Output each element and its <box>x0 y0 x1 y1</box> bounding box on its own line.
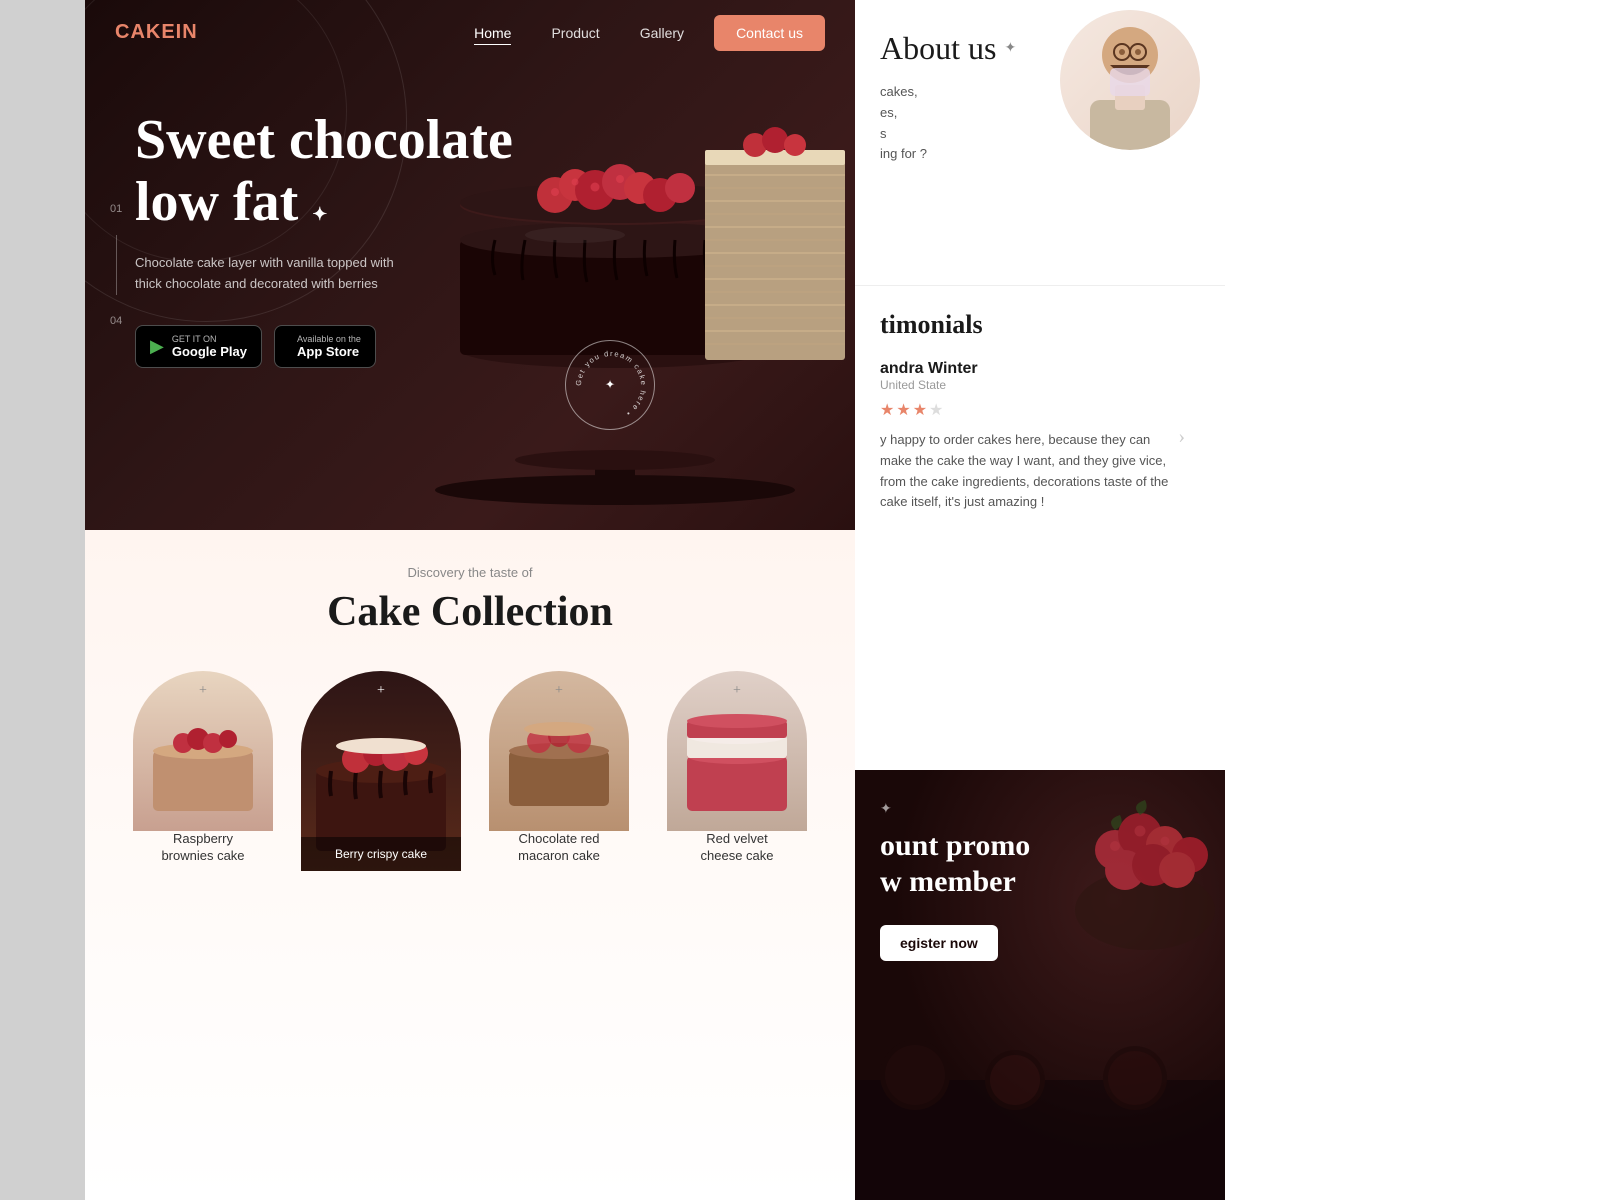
google-play-text: GET IT ON Google Play <box>172 334 247 359</box>
promo-title-line2: w member <box>880 865 1016 898</box>
cake-card-2-label: Berry crispy cake <box>301 837 461 871</box>
google-play-btn[interactable]: ▶ GET IT ON Google Play <box>135 325 262 368</box>
promo-content: ✦ ount promo w member egister now <box>880 800 1200 961</box>
cake-card-2-plus: + <box>377 683 385 699</box>
cake-card-4-name: Red velvetcheese cake <box>701 831 774 865</box>
promo-title-line1: ount promo <box>880 829 1030 862</box>
cake-card-1-image: + <box>133 671 273 831</box>
about-desc-4: ing for ? <box>880 146 927 161</box>
promo-title: ount promo w member <box>880 828 1200 900</box>
logo-text: CAKE <box>115 21 176 43</box>
about-title-text: About us <box>880 30 996 67</box>
logo-accent: IN <box>176 21 198 43</box>
google-play-icon: ▶ <box>150 336 164 357</box>
star-rating: ★ ★ ★ ★ <box>880 400 1170 420</box>
about-desc-1: cakes, <box>880 84 918 99</box>
app-buttons: ▶ GET IT ON Google Play Available on the… <box>135 325 513 368</box>
nav-home[interactable]: Home <box>474 25 511 41</box>
promo-cake-bg <box>855 1000 1225 1200</box>
cake-card-4-plus: + <box>733 683 741 699</box>
cake-cards: + Raspberrybrownies cake <box>105 671 835 871</box>
testimonials-title: timonials <box>880 310 1200 340</box>
register-button[interactable]: egister now <box>880 925 998 961</box>
dream-circle-ring: Get you dream cake here • ✦ <box>565 340 655 430</box>
nav-gallery[interactable]: Gallery <box>640 25 684 41</box>
cake-card-3-plus: + <box>555 683 563 699</box>
cake-card-4-image: + <box>667 671 807 831</box>
about-panel: About us ✦ cakes, es, s ing for ? <box>855 0 1225 285</box>
cake-card-1-name: Raspberrybrownies cake <box>161 831 244 865</box>
app-store-small: Available on the <box>297 334 361 344</box>
nav-links: Home Product Gallery <box>474 25 684 41</box>
reviewer-name: andra Winter <box>880 360 1170 378</box>
hero-title: Sweet chocolate low fat ✦ <box>135 110 513 233</box>
promo-star-wrapper: ✦ <box>880 800 1200 818</box>
about-description: cakes, es, s ing for ? <box>880 82 1045 165</box>
promo-star-icon: ✦ <box>880 802 892 817</box>
left-section: CAKEIN Home Product Gallery Contact us 0… <box>85 0 855 1200</box>
about-title-arrow: ✦ <box>1004 40 1016 57</box>
slide-indicator: 01 04 <box>110 203 122 327</box>
person-svg <box>1060 10 1200 150</box>
indicator-line <box>116 235 117 295</box>
testimonial-item: andra Winter United State ★ ★ ★ ★ y happ… <box>880 360 1200 513</box>
hero-star: ✦ <box>312 204 327 224</box>
cake-card-3: + Chocolate redmacaron cake <box>479 671 639 871</box>
hero-title-line2: low fat <box>135 171 298 233</box>
hero-title-line1: Sweet chocolate <box>135 109 513 171</box>
logo: CAKEIN <box>115 21 198 44</box>
cake-card-3-image: + <box>489 671 629 831</box>
promo-section: ✦ ount promo w member egister now <box>855 770 1225 1200</box>
cake-card-1-plus: + <box>199 683 207 699</box>
google-play-large: Google Play <box>172 344 247 359</box>
section-divider <box>855 285 1225 286</box>
collection-title: Cake Collection <box>105 588 835 636</box>
cake-card-2-image: + Berry crispy cake <box>301 671 461 871</box>
hero-section: CAKEIN Home Product Gallery Contact us 0… <box>85 0 855 530</box>
hero-description: Chocolate cake layer with vanilla topped… <box>135 253 395 295</box>
about-desc-3: s <box>880 126 887 141</box>
navbar: CAKEIN Home Product Gallery Contact us <box>85 0 855 65</box>
dream-star: ✦ <box>605 378 615 393</box>
about-title: About us ✦ <box>880 30 1045 67</box>
star-1: ★ <box>880 400 894 420</box>
person-image <box>1060 10 1200 150</box>
hero-content: Sweet chocolate low fat ✦ Chocolate cake… <box>135 110 513 368</box>
about-text: About us ✦ cakes, es, s ing for ? <box>880 20 1045 165</box>
dream-circle: Get you dream cake here • ✦ <box>565 340 655 430</box>
contact-button[interactable]: Contact us <box>714 15 825 51</box>
cake-card-4: + Red velvetcheese cake <box>657 671 817 871</box>
cake-card-3-name: Chocolate redmacaron cake <box>518 831 600 865</box>
about-avatar <box>1060 10 1200 150</box>
main-container: CAKEIN Home Product Gallery Contact us 0… <box>85 0 1600 1200</box>
cake-card-1: + Raspberrybrownies cake <box>123 671 283 871</box>
right-section: About us ✦ cakes, es, s ing for ? <box>855 0 1225 1200</box>
nav-product[interactable]: Product <box>551 25 599 41</box>
testimonials-panel: timonials andra Winter United State ★ ★ … <box>855 290 1225 533</box>
about-desc-2: es, <box>880 105 897 120</box>
app-store-large: App Store <box>297 344 361 359</box>
star-4: ★ <box>929 400 943 420</box>
review-text: y happy to order cakes here, because the… <box>880 430 1170 513</box>
collection-subtitle: Discovery the taste of <box>105 565 835 580</box>
left-lower: Discovery the taste of Cake Collection + <box>85 530 855 1200</box>
app-store-btn[interactable]: Available on the App Store <box>274 325 376 368</box>
google-play-small: GET IT ON <box>172 334 247 344</box>
app-store-text: Available on the App Store <box>297 334 361 359</box>
next-arrow[interactable]: › <box>1178 425 1185 448</box>
star-3: ★ <box>913 400 927 420</box>
slide-num-bottom: 04 <box>110 315 122 327</box>
reviewer-country: United State <box>880 378 1170 392</box>
cake-card-2: + Berry crispy cake <box>301 671 461 871</box>
slide-num-top: 01 <box>110 203 122 215</box>
star-2: ★ <box>896 400 910 420</box>
berry-crispy-label: Berry crispy cake <box>335 847 427 861</box>
